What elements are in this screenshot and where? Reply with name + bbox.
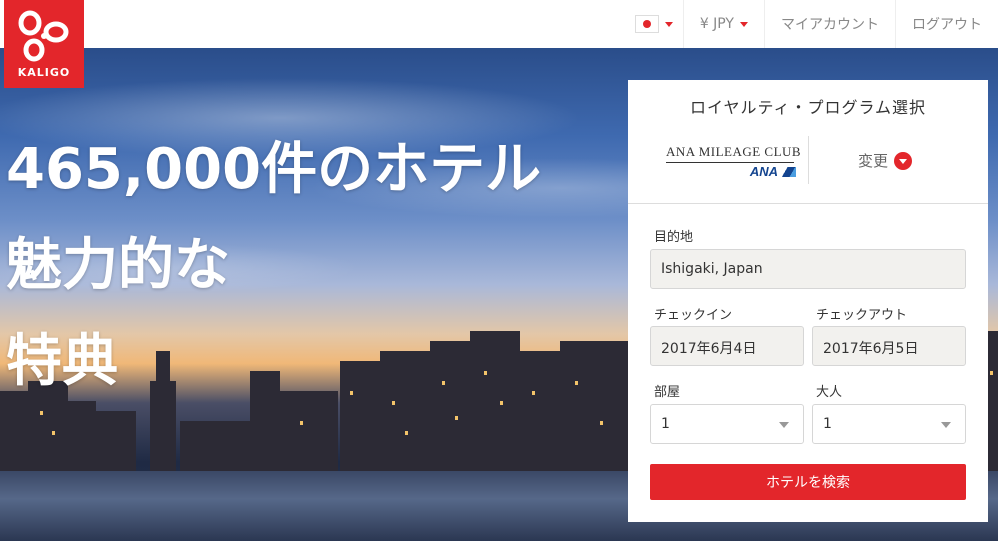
top-bar: ¥ JPY マイアカウント ログアウト [0,0,998,48]
checkin-label: チェックイン [654,308,733,323]
change-label: 変更 [858,152,889,170]
destination-input[interactable]: Ishigaki, Japan [650,249,966,289]
currency-selector[interactable]: ¥ JPY [682,0,764,48]
hero-headline-line2: 魅力的な [6,233,230,298]
logout-link[interactable]: ログアウト [895,0,998,48]
checkin-date-input[interactable]: 2017年6月4日 [650,326,804,366]
chevron-down-icon [941,422,951,428]
kaligo-logo-icon [18,10,69,62]
my-account-link[interactable]: マイアカウント [764,0,895,48]
chevron-down-icon [664,21,673,27]
adults-select[interactable]: 1 [812,404,966,444]
language-selector[interactable] [625,0,683,48]
adults-label: 大人 [816,385,843,400]
panel-title: ロイヤルティ・プログラム選択 [689,98,927,117]
hotel-search-panel: ロイヤルティ・プログラム選択 ANA MILEAGE CLUB ANA 変更 目… [628,80,988,522]
checkout-date-input[interactable]: 2017年6月5日 [812,326,966,366]
change-program-button[interactable]: 変更 [858,150,913,171]
search-hotels-button[interactable]: ホテルを検索 [650,464,966,500]
hero-headline-line3: 特典 [6,329,118,394]
japan-flag-icon [634,15,659,33]
rooms-select[interactable]: 1 [650,404,804,444]
top-nav: ¥ JPY マイアカウント ログアウト [625,0,998,48]
brand-name: KALIGO [17,66,71,79]
chevron-down-icon [779,422,789,428]
kaligo-logo[interactable]: KALIGO [4,0,84,88]
chevron-down-icon [740,21,748,27]
chevron-down-circle-icon [894,151,913,170]
currency-label: ¥ JPY [699,16,734,32]
destination-label: 目的地 [654,230,694,245]
hero-headline-line1: 465,000件のホテル [6,137,542,202]
loyalty-program-selector: ANA MILEAGE CLUB ANA 変更 [628,136,988,204]
checkout-label: チェックアウト [816,308,908,323]
ana-mileage-club-logo: ANA MILEAGE CLUB ANA [666,144,802,179]
rooms-label: 部屋 [654,385,681,400]
